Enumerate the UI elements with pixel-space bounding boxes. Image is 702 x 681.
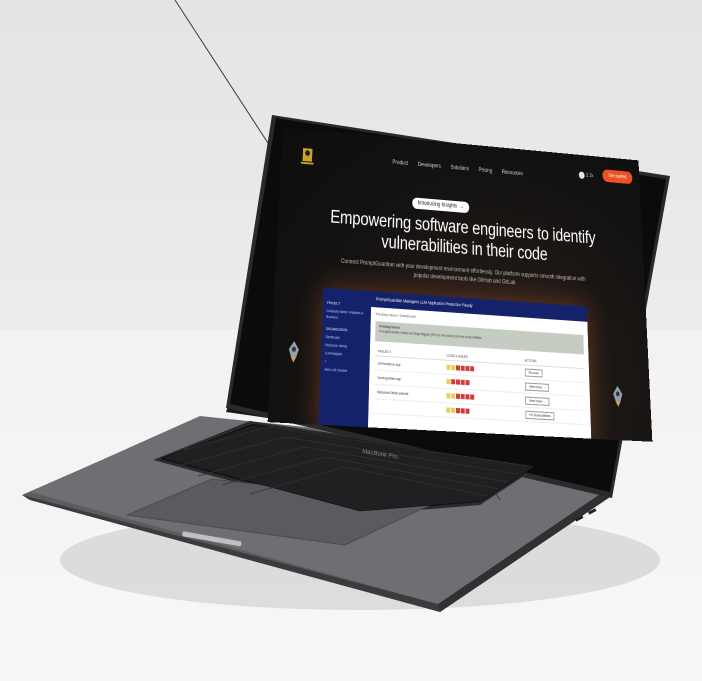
nav-solutions[interactable]: Solutions xyxy=(451,165,469,172)
col-actions: ACTIONS xyxy=(524,358,537,364)
nav-pricing[interactable]: Pricing xyxy=(479,168,493,175)
rocket-icon xyxy=(612,385,623,407)
row-project-name: Welcome/Github.website xyxy=(377,389,409,396)
row-project-name xyxy=(373,406,446,410)
arrow-right-icon: → xyxy=(459,204,464,211)
view-issue-button[interactable]: View Issue → xyxy=(525,396,550,406)
sidebar-item-add[interactable]: + xyxy=(325,358,366,367)
projects-table: PROJECT CODE & ISSUES ACTIONS onProviden… xyxy=(373,347,587,426)
fix-vulnerabilities-button[interactable]: Fix Vulnerabilities xyxy=(525,410,555,420)
nav-resources[interactable]: Resources xyxy=(502,170,523,177)
cta-label: Get started xyxy=(608,173,627,181)
mockup-sidebar: PROJECT Company Name / Analytics & Busin… xyxy=(317,287,372,442)
rocket-icon xyxy=(288,340,300,363)
issue-indicators xyxy=(446,407,525,416)
logo-icon xyxy=(300,148,314,165)
sidebar-item-library[interactable]: Resource Library xyxy=(325,342,366,351)
issue-indicators xyxy=(446,393,525,403)
nav-product[interactable]: Product xyxy=(392,160,408,167)
view-issue-button[interactable]: View Issue → xyxy=(524,381,550,392)
sidebar-section-organization: ORGANIZATION xyxy=(325,326,348,333)
github-link[interactable]: 2.1k xyxy=(578,171,594,180)
issue-indicators xyxy=(446,364,525,375)
sidebar-item-llm-analysis[interactable]: LLM Analysis xyxy=(325,350,366,359)
github-icon xyxy=(578,171,585,180)
sidebar-item-company[interactable]: Company Name / Analytics & Business xyxy=(326,308,367,323)
rescan-button[interactable]: Re-scan xyxy=(524,367,543,378)
nav-links: Product Developers Solutions Pricing Res… xyxy=(392,160,523,177)
screen: Product Developers Solutions Pricing Res… xyxy=(267,127,653,442)
nav-developers[interactable]: Developers xyxy=(418,162,441,169)
sidebar-item-dashboard[interactable]: Dashboard xyxy=(326,334,367,343)
row-project-name: onProvidence.app xyxy=(377,361,401,367)
announcement-badge[interactable]: Introducing Insights → xyxy=(412,197,470,214)
get-started-button[interactable]: Get started xyxy=(602,169,633,185)
sidebar-item-add-checker[interactable]: Add LLM Checker xyxy=(324,367,365,376)
row-project-name: Domingo/Main.app xyxy=(377,375,402,381)
github-count: 2.1k xyxy=(585,172,594,179)
breadcrumb: Pending Issues / Dashboard xyxy=(375,311,416,319)
issue-indicators xyxy=(446,378,525,389)
badge-label: Introducing Insights xyxy=(417,200,458,210)
dashboard-mockup: PROJECT Company Name / Analytics & Busin… xyxy=(317,287,592,442)
